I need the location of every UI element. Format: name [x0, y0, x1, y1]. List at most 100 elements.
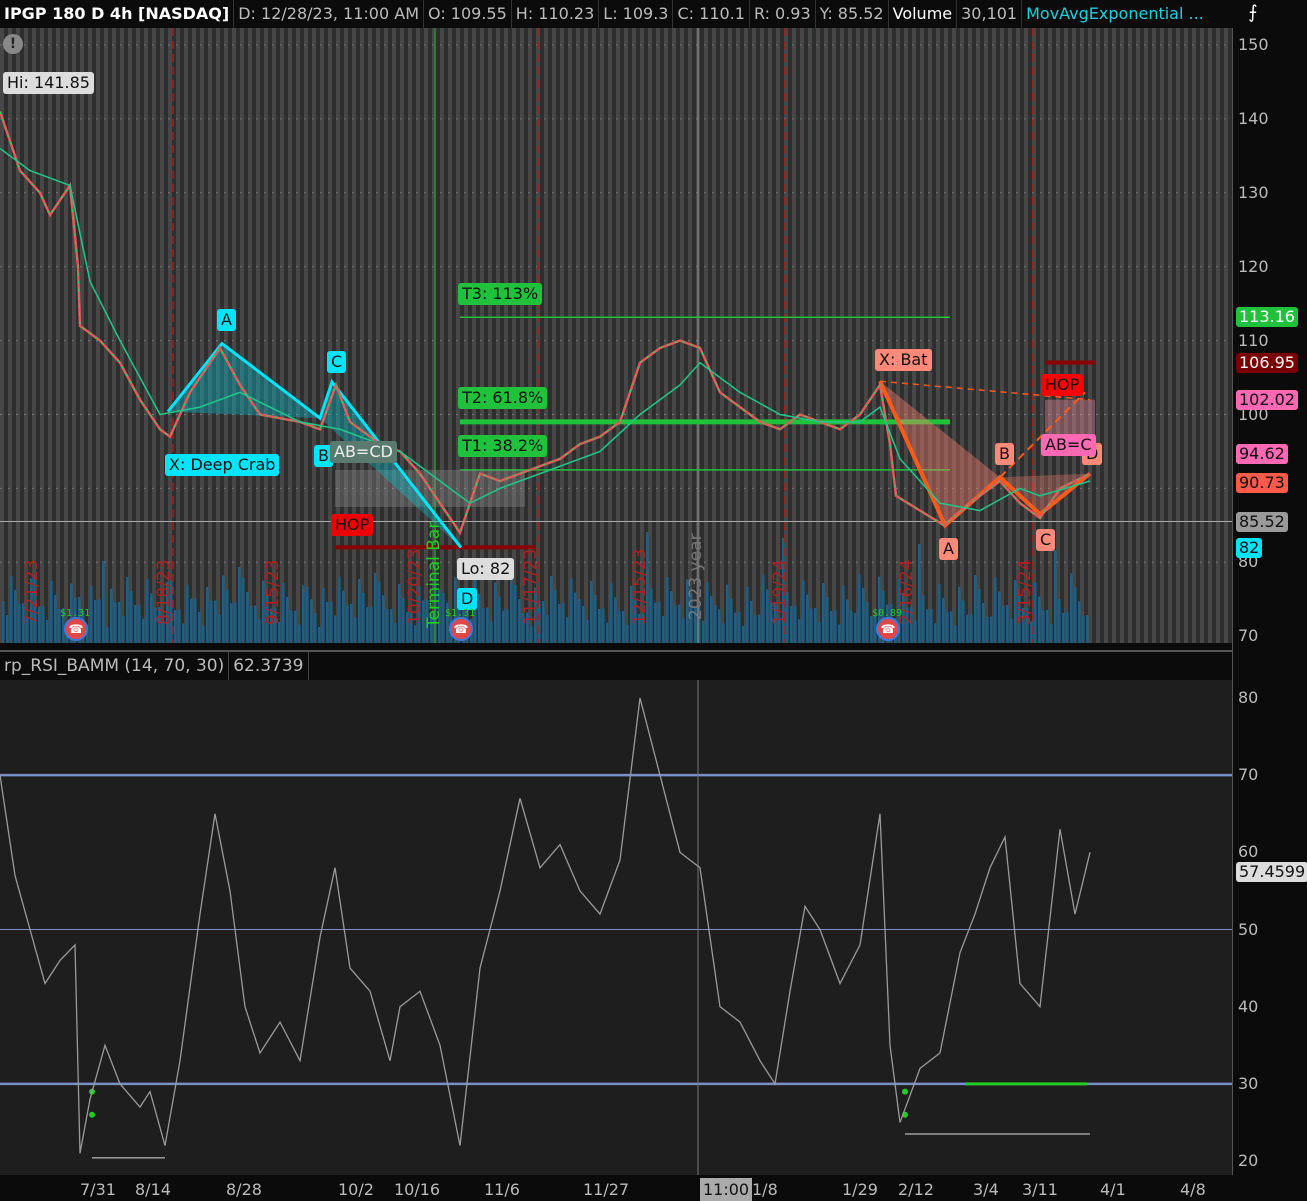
- volume-bar: [226, 589, 229, 643]
- crab-d-label: D: [457, 588, 478, 610]
- price-tag: 85.52: [1236, 511, 1288, 532]
- rsi-title[interactable]: rp_RSI_BAMM (14, 70, 30): [0, 652, 230, 680]
- volume-bar: [174, 610, 177, 643]
- period-date-label: 8/18/23: [154, 559, 174, 625]
- volume-bar: [950, 611, 953, 643]
- volume-bar: [682, 618, 685, 643]
- abcd-label: AB=CD: [330, 441, 397, 463]
- y-readout: Y: 85.52: [816, 0, 889, 28]
- volume-bar: [334, 615, 337, 643]
- volume-bar: [182, 623, 185, 643]
- bat-a-label: A: [939, 538, 958, 560]
- volume-bar: [1038, 596, 1041, 643]
- volume-bar: [570, 578, 573, 643]
- volume-bar: [938, 584, 941, 643]
- volume-bar: [994, 577, 997, 643]
- volume-bar: [234, 603, 237, 643]
- volume-bar: [614, 597, 617, 643]
- volume-bar: [486, 607, 489, 643]
- price-tick-label: 70: [1238, 626, 1259, 646]
- volume-bar: [918, 544, 921, 643]
- volume-bar: [482, 608, 485, 643]
- year-label: 2023 year: [686, 533, 706, 620]
- volume-bar: [302, 585, 305, 643]
- volume-bar: [850, 611, 853, 643]
- volume-bar: [754, 615, 757, 643]
- volume-bar: [90, 586, 93, 643]
- alert-icon[interactable]: !: [3, 34, 23, 54]
- volume-bar: [810, 608, 813, 643]
- dividend-icon[interactable]: ☎: [876, 617, 900, 641]
- rsi-tick-label: 60: [1238, 842, 1259, 862]
- volume-bar: [790, 606, 793, 643]
- volume-bar: [554, 590, 557, 643]
- volume-bar: [818, 622, 821, 643]
- volume-bar: [1082, 615, 1085, 643]
- volume-bar: [1046, 610, 1049, 643]
- volume-bar: [502, 610, 505, 643]
- dividend-icon[interactable]: ☎: [64, 617, 88, 641]
- volume-bar: [250, 606, 253, 643]
- volume-bar: [814, 608, 817, 643]
- volume-bar: [330, 601, 333, 643]
- volume-bar: [290, 611, 293, 643]
- rsi-panel[interactable]: [0, 680, 1232, 1175]
- volume-bar: [658, 602, 661, 643]
- volume-bar: [710, 596, 713, 643]
- time-axis[interactable]: 7/31 8/14 8/28 10/2 10/16 11/6 11/27 11:00 1/8 1/…: [0, 1176, 1232, 1201]
- volume-bar: [230, 603, 233, 643]
- volume-bar: [1006, 605, 1009, 643]
- volume-bar: [618, 611, 621, 643]
- study-label[interactable]: MovAvgExponential ...: [1022, 0, 1208, 28]
- volume-bar: [1070, 573, 1073, 643]
- volume-bar: [622, 611, 625, 643]
- open-readout: O: 109.55: [424, 0, 512, 28]
- volume-bar: [494, 582, 497, 643]
- period-date-label: 12/15/23: [630, 548, 650, 625]
- period-date-label: 9/15/23: [263, 559, 283, 625]
- symbol-label[interactable]: IPGP 180 D 4h [NASDAQ]: [0, 0, 235, 28]
- volume-bar: [54, 595, 57, 643]
- time-tick-label: 1/29: [842, 1180, 878, 1199]
- volume-bar: [214, 600, 217, 643]
- volume-bar: [610, 583, 613, 643]
- volume-bar: [102, 561, 105, 643]
- volume-bar: [578, 599, 581, 643]
- volume-bar: [206, 587, 209, 643]
- volume-bar: [866, 602, 869, 643]
- dividend-icon[interactable]: ☎: [449, 617, 473, 641]
- volume-bar: [666, 577, 669, 643]
- volume-bar: [126, 577, 129, 643]
- volume-readout: 30,101: [957, 0, 1023, 28]
- volume-bar: [1062, 613, 1065, 643]
- volume-bar: [542, 601, 545, 643]
- volume-bar: [286, 597, 289, 643]
- chart-header: IPGP 180 D 4h [NASDAQ] D: 12/28/23, 11:0…: [0, 0, 1232, 28]
- volume-bar: [378, 581, 381, 643]
- volume-bar: [298, 624, 301, 643]
- volume-bar: [738, 612, 741, 643]
- volume-bar: [258, 619, 261, 643]
- time-tick-label: 4/1: [1100, 1180, 1126, 1199]
- volume-bar: [478, 594, 481, 643]
- volume-bar: [734, 612, 737, 643]
- volume-bar: [374, 573, 377, 643]
- time-tick-label: 11/6: [484, 1180, 520, 1199]
- volume-bar: [566, 617, 569, 643]
- volume-bar: [998, 591, 1001, 643]
- volume-bar: [758, 614, 761, 643]
- volume-bar: [46, 620, 49, 643]
- volume-bar: [326, 602, 329, 643]
- volume-bar: [942, 598, 945, 643]
- volume-bar: [510, 579, 513, 643]
- time-tick-label: 11/27: [583, 1180, 630, 1199]
- rsi-tick-label: 70: [1238, 765, 1259, 785]
- volume-bar: [222, 575, 225, 643]
- date-readout: D: 12/28/23, 11:00 AM: [234, 0, 424, 28]
- volume-bar: [198, 612, 201, 643]
- rsi-header: rp_RSI_BAMM (14, 70, 30) 62.3739: [0, 650, 1232, 680]
- volume-bar: [210, 601, 213, 643]
- studies-icon[interactable]: ⨍: [1238, 2, 1268, 28]
- time-tick-label: 11:00: [700, 1178, 753, 1201]
- volume-bar: [602, 608, 605, 643]
